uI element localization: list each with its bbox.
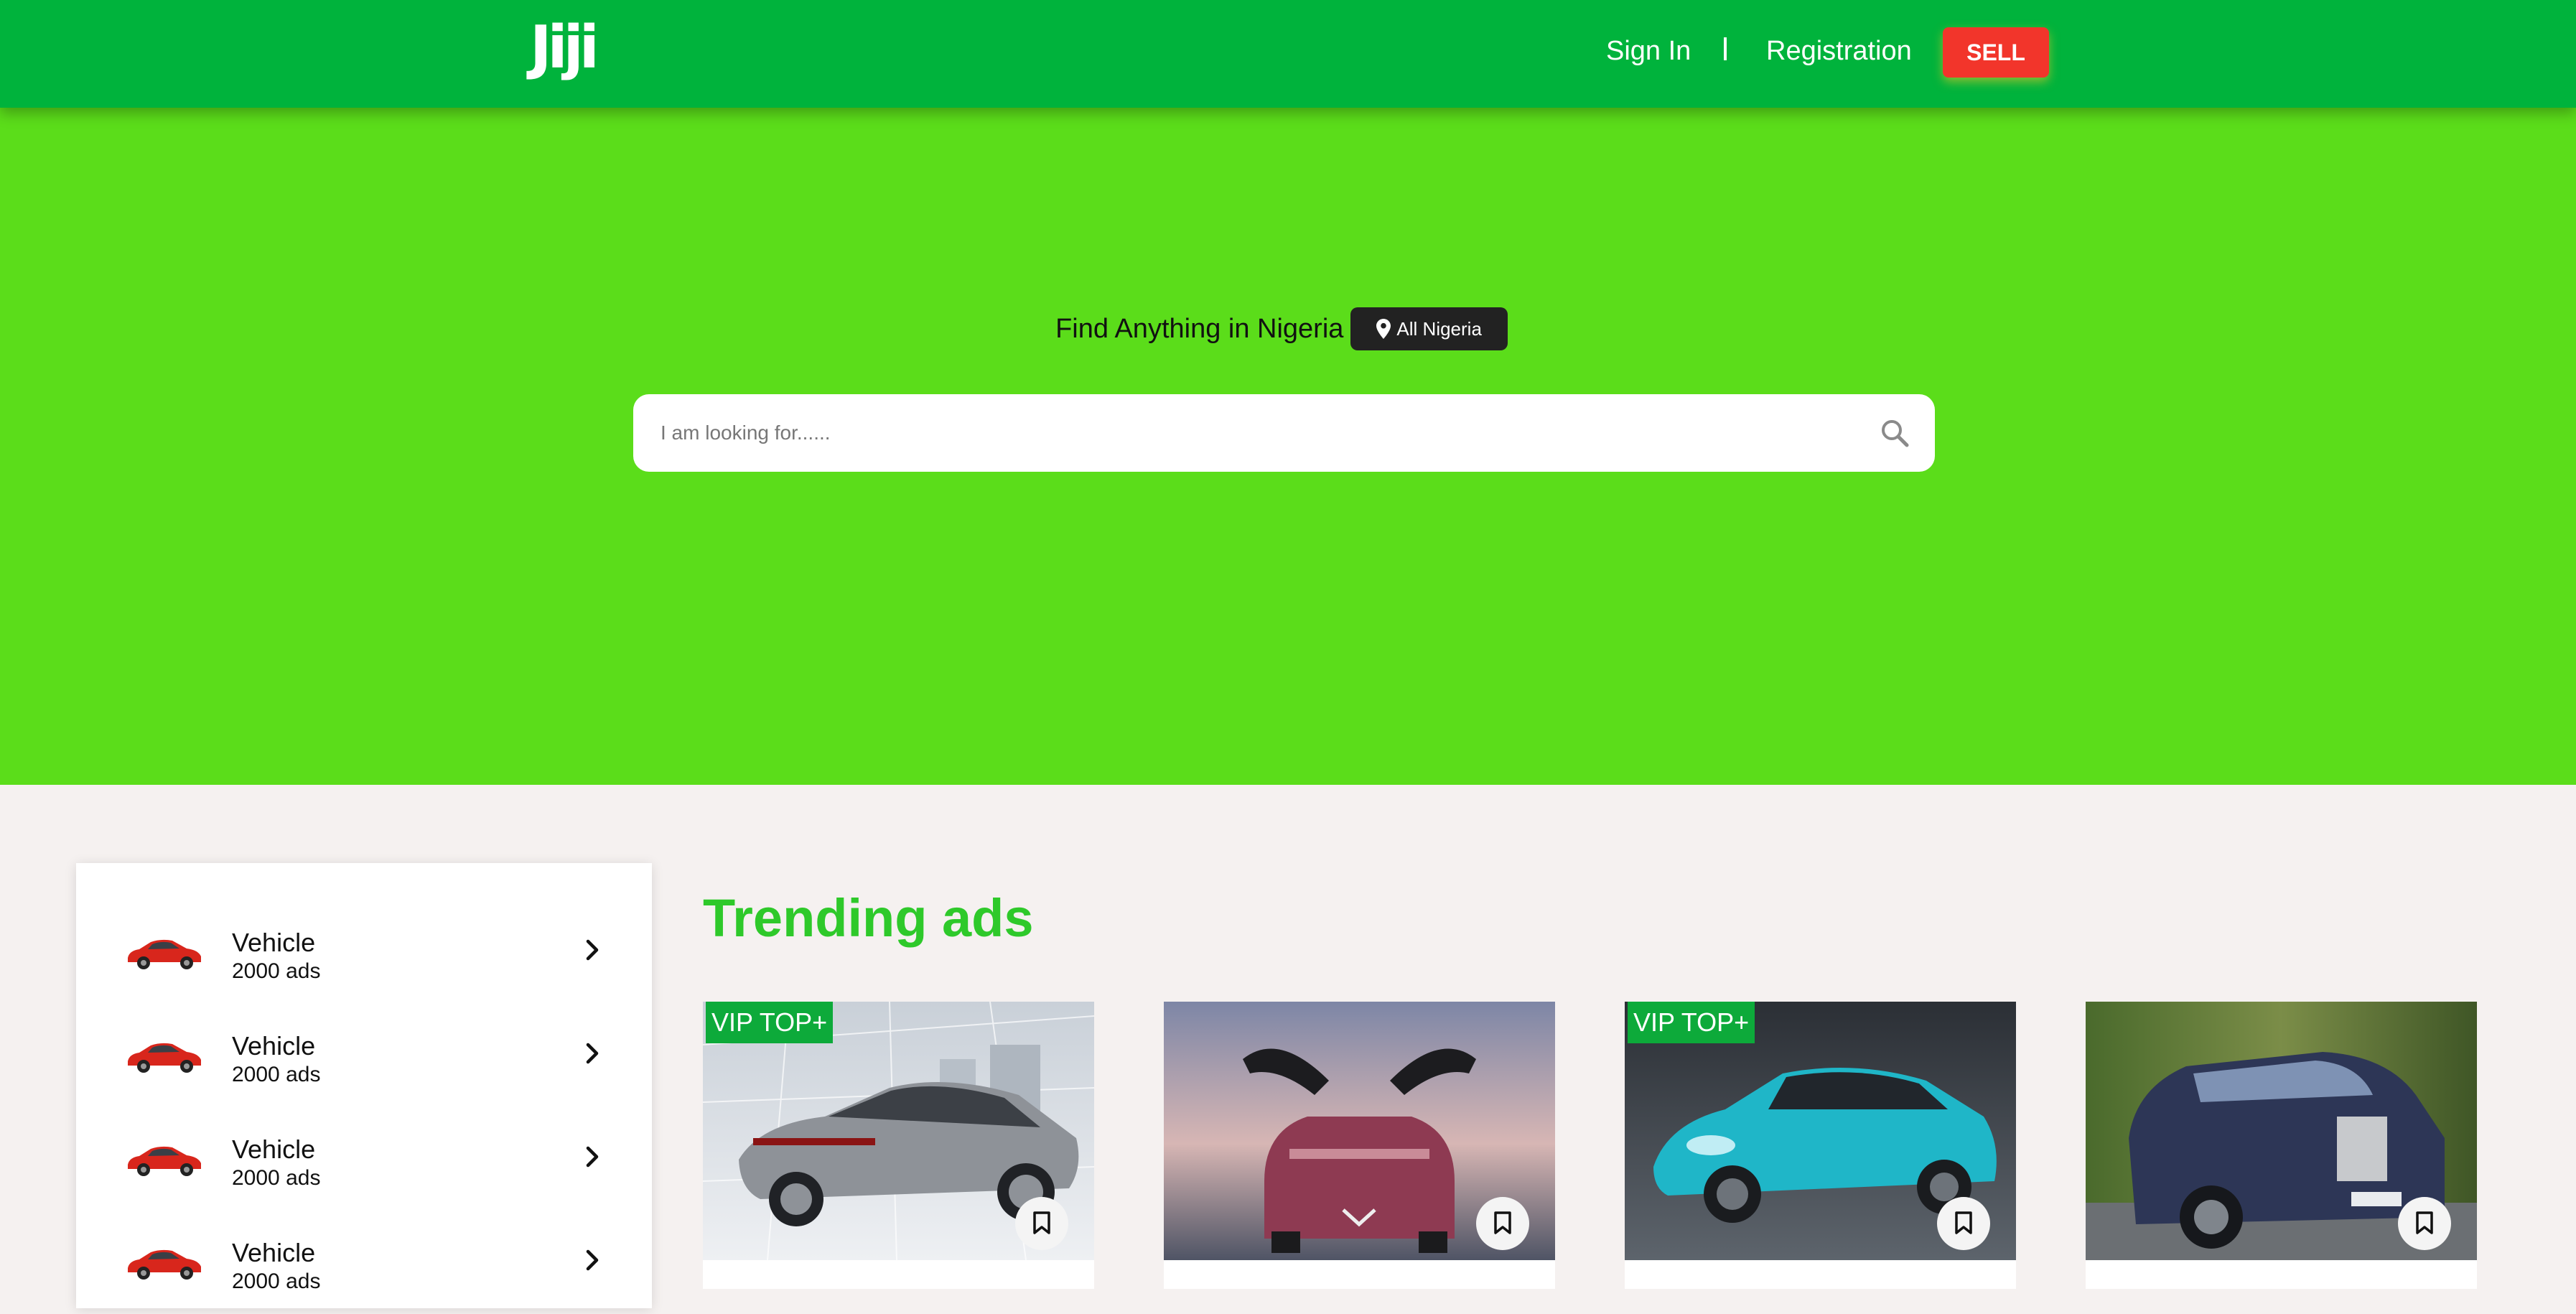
ad-card[interactable] [1164,1002,1555,1289]
search-icon[interactable] [1880,419,1909,447]
hero-heading-row: Find Anything in Nigeria All Nigeria [0,307,2576,350]
sign-in-link[interactable]: Sign In [1606,33,1691,69]
chevron-right-icon [582,1248,603,1272]
trending-ads-heading: Trending ads [703,888,1034,948]
search-input[interactable] [659,394,1851,472]
category-ad-count: 2000 ads [232,1166,321,1190]
category-sidebar: Vehicle 2000 ads Vehicle 2000 ads Vehicl… [76,863,652,1308]
nav-divider [1724,37,1727,60]
category-ad-count: 2000 ads [232,1269,321,1293]
ad-card[interactable]: VIP TOP+ [1625,1002,2016,1289]
red-car-icon [125,1143,204,1178]
location-label: All Nigeria [1396,317,1482,340]
category-item[interactable]: Vehicle 2000 ads [76,1211,652,1314]
location-selector[interactable]: All Nigeria [1350,307,1508,350]
category-name: Vehicle [232,1238,316,1267]
ad-card[interactable]: VIP TOP+ [703,1002,1094,1289]
sell-button[interactable]: SELL [1943,27,2049,78]
bookmark-icon [1493,1211,1513,1237]
search-bar [633,394,1935,472]
bookmark-icon [1032,1211,1052,1237]
hero-title: Find Anything in Nigeria [1055,313,1344,344]
category-ad-count: 2000 ads [232,1063,321,1086]
category-name: Vehicle [232,928,316,957]
bookmark-button[interactable] [1937,1197,1990,1250]
location-pin-icon [1376,319,1391,339]
red-car-icon [125,1040,204,1074]
vip-top-badge: VIP TOP+ [706,1002,834,1043]
jiji-logo[interactable]: Jiji [530,19,599,78]
category-name: Vehicle [232,1134,316,1164]
hero-section: Find Anything in Nigeria All Nigeria [0,108,2576,785]
bookmark-button[interactable] [1476,1197,1529,1250]
ad-card[interactable] [2086,1002,2477,1289]
bookmark-button[interactable] [2398,1197,2451,1250]
category-ad-count: 2000 ads [232,959,321,983]
chevron-right-icon [582,938,603,962]
registration-link[interactable]: Registration [1766,33,1912,69]
bookmark-icon [2414,1211,2435,1237]
red-car-icon [125,1247,204,1281]
category-item[interactable]: Vehicle 2000 ads [76,1004,652,1107]
chevron-right-icon [582,1041,603,1066]
red-car-icon [125,936,204,971]
bookmark-button[interactable] [1015,1197,1068,1250]
category-item[interactable]: Vehicle 2000 ads [76,1107,652,1211]
top-header: Jiji Sign In Registration SELL [0,0,2576,108]
category-item[interactable]: Vehicle 2000 ads [76,900,652,1004]
vip-top-badge: VIP TOP+ [1628,1002,1755,1043]
category-name: Vehicle [232,1031,316,1061]
bookmark-icon [1954,1211,1974,1237]
chevron-right-icon [582,1145,603,1169]
